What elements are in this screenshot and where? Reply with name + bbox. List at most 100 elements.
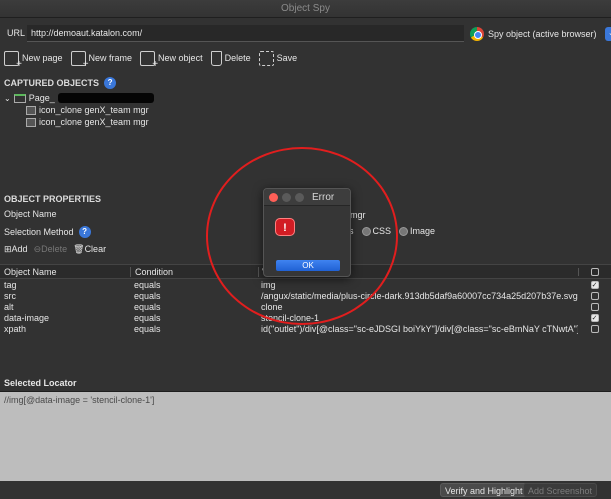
- window-title: Object Spy: [281, 3, 330, 14]
- help-icon[interactable]: ?: [78, 226, 91, 238]
- spy-object-button[interactable]: Spy object (active browser) ⌄: [470, 25, 611, 43]
- cell-condition[interactable]: equals: [130, 313, 258, 323]
- url-input[interactable]: http://demoaut.katalon.com/: [27, 25, 464, 42]
- delete-button[interactable]: Delete: [210, 50, 251, 66]
- checkbox-checked[interactable]: ✓: [590, 313, 599, 322]
- window-titlebar: Object Spy: [0, 0, 611, 18]
- checkbox[interactable]: [590, 302, 599, 311]
- save-icon: [258, 50, 274, 66]
- cell-value[interactable]: id("outlet")/div[@class="sc-eJDSGI boiYk…: [258, 324, 578, 334]
- minus-icon: ⊖: [33, 244, 42, 254]
- table-row[interactable]: src equals /angux/static/media/plus-circ…: [0, 290, 611, 301]
- add-button[interactable]: ⊞Add: [4, 244, 28, 255]
- save-label: Save: [276, 53, 298, 63]
- radio-image[interactable]: Image: [399, 226, 435, 237]
- tree-node-label: icon_clone genX_team mgr: [39, 105, 149, 115]
- table-row[interactable]: alt equals clone: [0, 301, 611, 312]
- tree-node-object[interactable]: icon_clone genX_team mgr: [4, 116, 604, 128]
- cell-name[interactable]: xpath: [0, 324, 130, 334]
- cell-condition[interactable]: equals: [130, 302, 258, 312]
- table-row[interactable]: xpath equals id("outlet")/div[@class="sc…: [0, 323, 611, 334]
- property-actions: ⊞Add ⊖Delete 🗑Clear: [4, 244, 106, 255]
- radio-css[interactable]: CSS: [361, 226, 391, 237]
- captured-objects-tree: ⌄ Page_ icon_clone genX_team mgr icon_cl…: [4, 92, 604, 128]
- cell-name[interactable]: data-image: [0, 313, 130, 323]
- error-icon: !: [275, 218, 295, 236]
- object-properties-header: OBJECT PROPERTIES: [4, 194, 101, 204]
- image-object-icon: [26, 105, 36, 115]
- new-frame-icon: [70, 50, 89, 70]
- selected-locator-editor[interactable]: //img[@data-image = 'stencil-clone-1']: [0, 391, 611, 481]
- chevron-down-icon[interactable]: ⌄: [4, 94, 11, 103]
- cell-condition[interactable]: equals: [130, 291, 258, 301]
- close-icon[interactable]: [269, 193, 278, 202]
- spy-object-label: Spy object (active browser): [488, 29, 597, 39]
- toolbar: New page New frame New object Delete Sav…: [4, 48, 298, 70]
- image-object-icon: [26, 117, 36, 127]
- tree-node-page[interactable]: ⌄ Page_: [4, 92, 604, 104]
- page-icon: [13, 93, 26, 103]
- captured-objects-title: CAPTURED OBJECTS: [4, 78, 100, 88]
- dialog-titlebar: Error: [264, 189, 350, 206]
- object-name-row: Object Name: [4, 209, 57, 219]
- verify-and-highlight-button[interactable]: Verify and Highlight: [440, 483, 528, 497]
- tree-node-label: Page_: [28, 93, 55, 103]
- radio-icon: [399, 227, 409, 237]
- cell-name[interactable]: alt: [0, 302, 130, 312]
- tree-node-object[interactable]: icon_clone genX_team mgr: [4, 104, 604, 116]
- minimize-icon: [282, 193, 291, 202]
- cell-value[interactable]: stencil-clone-1: [258, 313, 578, 323]
- redacted-block: [57, 93, 154, 103]
- chrome-icon: [470, 27, 484, 41]
- radio-icon: [361, 227, 371, 237]
- new-object-icon: [140, 50, 158, 70]
- selection-method-label: Selection Method: [4, 227, 74, 237]
- url-row: URL http://demoaut.katalon.com/ Spy obje…: [0, 22, 611, 44]
- header-object-name[interactable]: Object Name: [0, 267, 130, 277]
- delete-label: Delete: [224, 53, 251, 63]
- trash-icon: 🗑: [73, 244, 85, 254]
- help-icon[interactable]: ?: [104, 77, 117, 89]
- cell-condition[interactable]: equals: [130, 280, 258, 290]
- table-row[interactable]: tag equals img ✓: [0, 279, 611, 290]
- error-dialog: Error ! OK: [263, 188, 351, 277]
- new-object-button[interactable]: New object: [140, 50, 203, 70]
- cell-name[interactable]: tag: [0, 280, 130, 290]
- cell-name[interactable]: src: [0, 291, 130, 301]
- selection-method-options: es CSS Image: [344, 226, 435, 237]
- new-page-button[interactable]: New page: [4, 50, 63, 70]
- cell-value[interactable]: /angux/static/media/plus-circle-dark.913…: [258, 291, 578, 301]
- ok-button[interactable]: OK: [276, 260, 340, 271]
- cell-value[interactable]: img: [258, 280, 578, 290]
- header-condition[interactable]: Condition: [130, 266, 258, 277]
- new-page-label: New page: [22, 53, 63, 63]
- object-name-label: Object Name: [4, 209, 57, 219]
- object-properties-title: OBJECT PROPERTIES: [4, 194, 102, 204]
- tree-node-label: icon_clone genX_team mgr: [39, 117, 149, 127]
- maximize-icon: [295, 193, 304, 202]
- dialog-title: Error: [312, 192, 335, 203]
- checkbox[interactable]: [590, 291, 599, 300]
- selected-locator-title: Selected Locator: [4, 378, 77, 388]
- new-frame-button[interactable]: New frame: [70, 50, 133, 70]
- cell-value[interactable]: clone: [258, 302, 578, 312]
- captured-objects-header: CAPTURED OBJECTS ?: [4, 77, 117, 89]
- checkbox[interactable]: [590, 324, 599, 333]
- checkbox[interactable]: [591, 267, 599, 276]
- add-icon: ⊞: [4, 244, 12, 254]
- url-label: URL: [7, 28, 26, 38]
- trash-icon: [210, 50, 222, 66]
- new-frame-label: New frame: [88, 53, 133, 63]
- selection-method-row: Selection Method ?: [4, 226, 91, 238]
- new-page-icon: [4, 50, 22, 70]
- delete-property-button[interactable]: ⊖Delete: [34, 244, 68, 255]
- cell-condition[interactable]: equals: [130, 324, 258, 334]
- clear-button[interactable]: 🗑Clear: [73, 244, 106, 255]
- table-row[interactable]: data-image equals stencil-clone-1 ✓: [0, 312, 611, 323]
- chevron-down-icon[interactable]: ⌄: [605, 27, 611, 41]
- save-button[interactable]: Save: [258, 50, 298, 66]
- new-object-label: New object: [158, 53, 203, 63]
- add-screenshot-button[interactable]: Add Screenshot: [523, 483, 598, 497]
- header-select[interactable]: [578, 267, 611, 276]
- checkbox-checked[interactable]: ✓: [590, 280, 599, 289]
